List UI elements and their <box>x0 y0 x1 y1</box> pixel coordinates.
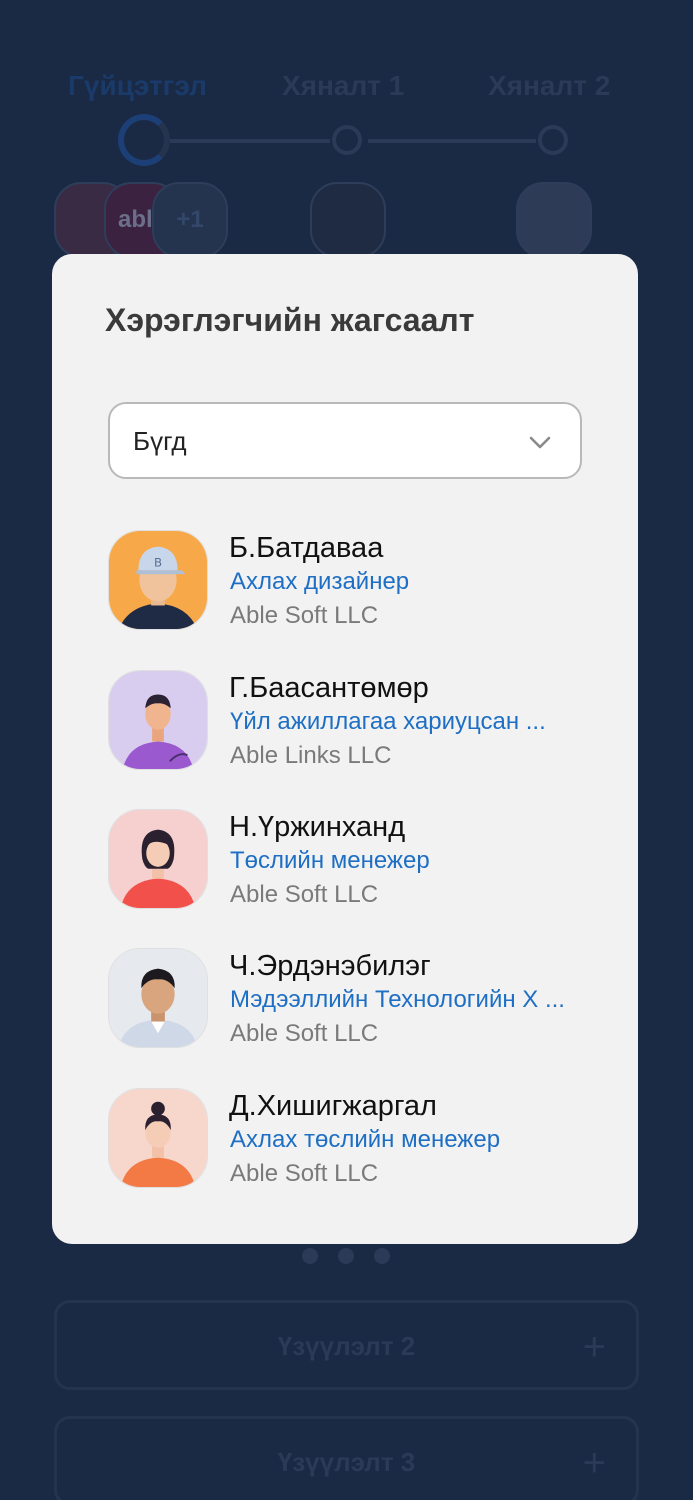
section-card: Үзүүлэлт 2 + <box>54 1300 639 1390</box>
avatar <box>310 182 386 258</box>
user-company: Able Soft LLC <box>230 1160 379 1187</box>
chevron-down-icon <box>529 436 551 449</box>
user-company: Able Soft LLC <box>230 881 379 908</box>
svg-text:B: B <box>154 555 162 569</box>
user-name: Г.Баасантөмөр <box>229 672 429 704</box>
avatar <box>108 948 208 1048</box>
step-label-review-2: Хяналт 2 <box>488 70 611 101</box>
avatar-overflow-count: +1 <box>152 182 228 258</box>
approval-steps: Гүйцэтгэл Хяналт 1 Хяналт 2 <box>0 70 693 102</box>
user-role: Ахлах дизайнер <box>230 568 410 595</box>
user-list-modal: Хэрэглэгчийн жагсаалт Бүгд B Б.Батдаваа <box>52 254 638 1244</box>
user-name: Д.Хишигжаргал <box>229 1090 437 1122</box>
pager-dots <box>298 1248 398 1264</box>
user-role: Мэдээллийн Технологийн Х ... <box>230 986 565 1013</box>
user-list-item[interactable]: Д.Хишигжаргал Ахлах төслийн менежер Able… <box>52 1088 638 1192</box>
avatar <box>516 182 592 258</box>
step-label-execution: Гүйцэтгэл <box>68 70 207 101</box>
user-company: Able Links LLC <box>230 742 392 769</box>
user-list-item[interactable]: Ч.Эрдэнэбилэг Мэдээллийн Технологийн Х .… <box>52 948 638 1052</box>
user-role: Ахлах төслийн менежер <box>230 1126 501 1153</box>
modal-title: Хэрэглэгчийн жагсаалт <box>105 302 475 338</box>
step-node <box>332 125 362 155</box>
track-connector <box>368 139 536 143</box>
steps-progress-track <box>0 112 693 168</box>
user-list-item[interactable]: Г.Баасантөмөр Үйл ажиллагаа хариуцсан ..… <box>52 670 638 774</box>
user-name: Н.Үржинханд <box>229 811 406 843</box>
pager-dot <box>374 1248 390 1264</box>
user-company: Able Soft LLC <box>230 602 379 629</box>
pager-dot <box>302 1248 318 1264</box>
user-name: Б.Батдаваа <box>229 532 384 564</box>
filter-selected-value: Бүгд <box>133 426 187 456</box>
overflow-count: +1 <box>176 206 204 233</box>
plus-icon: + <box>582 1325 606 1369</box>
section-title: Үзүүлэлт 3 <box>277 1447 416 1477</box>
filter-dropdown[interactable]: Бүгд <box>108 402 582 479</box>
step-node-active <box>118 114 170 166</box>
user-list-item[interactable]: Н.Үржинханд Төслийн менежер Able Soft LL… <box>52 809 638 913</box>
plus-icon: + <box>582 1441 606 1485</box>
avatar <box>108 809 208 909</box>
step-node <box>538 125 568 155</box>
user-company: Able Soft LLC <box>230 1020 379 1047</box>
avatar <box>108 1088 208 1188</box>
step-assignee-avatars: able +1 <box>0 182 693 262</box>
pager-dot <box>338 1248 354 1264</box>
user-list-item[interactable]: B Б.Батдаваа Ахлах дизайнер Able Soft LL… <box>52 530 638 634</box>
track-connector <box>170 139 330 143</box>
user-role: Төслийн менежер <box>230 847 430 874</box>
user-role: Үйл ажиллагаа хариуцсан ... <box>230 708 546 735</box>
section-card: Үзүүлэлт 3 + <box>54 1416 639 1500</box>
step-label-review-1: Хяналт 1 <box>282 70 405 101</box>
avatar: B <box>108 530 208 630</box>
avatar <box>108 670 208 770</box>
section-title: Үзүүлэлт 2 <box>277 1331 416 1361</box>
user-name: Ч.Эрдэнэбилэг <box>229 950 431 982</box>
